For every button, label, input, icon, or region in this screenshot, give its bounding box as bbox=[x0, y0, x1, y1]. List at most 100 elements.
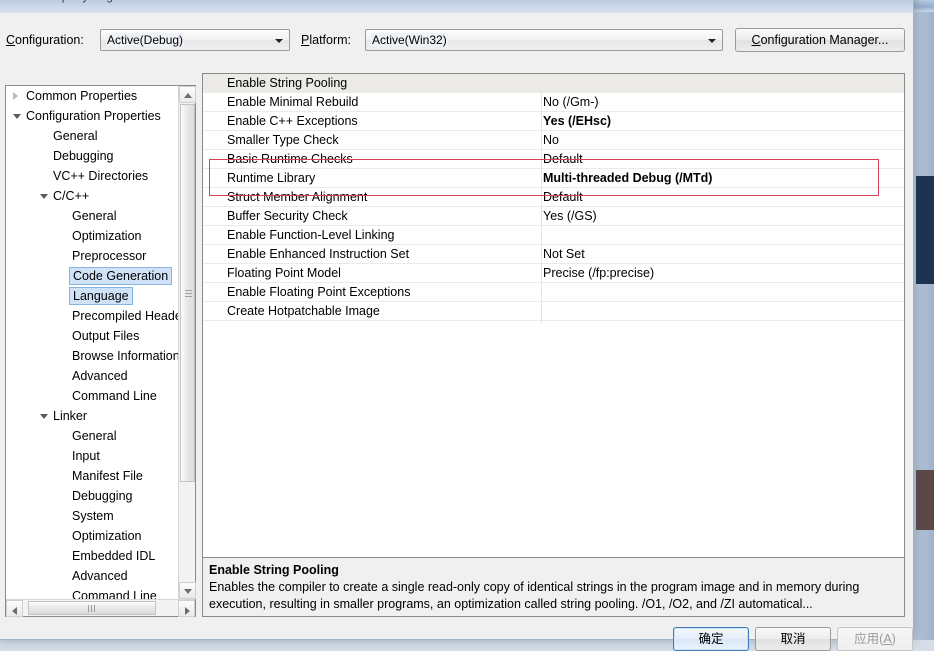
property-name: Enable C++ Exceptions bbox=[227, 114, 358, 128]
property-value[interactable]: Multi-threaded Debug (/MTd) bbox=[543, 169, 712, 188]
chevron-down-icon[interactable] bbox=[12, 106, 22, 126]
property-row[interactable]: Enable Minimal Rebuild No (/Gm-) bbox=[203, 93, 904, 112]
ok-button[interactable]: 确定 bbox=[673, 627, 749, 651]
tree-item-general[interactable]: General bbox=[6, 206, 178, 226]
tree-item-label: General bbox=[72, 209, 117, 223]
property-value[interactable]: Default bbox=[543, 188, 583, 207]
property-row[interactable]: Enable Function-Level Linking bbox=[203, 226, 904, 245]
property-name: Struct Member Alignment bbox=[227, 190, 368, 204]
property-tree[interactable]: Common Properties Configuration Propertie… bbox=[6, 86, 178, 599]
description-title: Enable String Pooling bbox=[209, 563, 339, 577]
tree-item-label: Command Line bbox=[72, 389, 157, 403]
tree-item-configuration-properties[interactable]: Configuration Properties bbox=[6, 106, 178, 126]
tree-item-label: Advanced bbox=[72, 569, 128, 583]
tree-item-code-generation[interactable]: Code Generation bbox=[6, 266, 178, 286]
tree-item-label: Optimization bbox=[72, 229, 142, 243]
tree-item-label: Debugging bbox=[53, 149, 114, 163]
tree-item-common-properties[interactable]: Common Properties bbox=[6, 86, 178, 106]
tree-item-preprocessor[interactable]: Preprocessor bbox=[6, 246, 178, 266]
tree-item-label: Debugging bbox=[72, 489, 133, 503]
property-grid-rows: Enable String Pooling Enable Minimal Rebu… bbox=[203, 74, 904, 321]
tree-item-optimization[interactable]: Optimization bbox=[6, 526, 178, 546]
tree-item-optimization[interactable]: Optimization bbox=[6, 226, 178, 246]
configuration-value: Active(Debug) bbox=[106, 33, 185, 47]
tree-item-system[interactable]: System bbox=[6, 506, 178, 526]
tree-item-general[interactable]: General bbox=[6, 426, 178, 446]
platform-dropdown[interactable]: Active(Win32) bbox=[365, 29, 723, 51]
property-row[interactable]: Enable Floating Point Exceptions bbox=[203, 283, 904, 302]
tree-vertical-scroll-thumb[interactable] bbox=[180, 104, 195, 482]
chevron-right-icon[interactable] bbox=[12, 86, 22, 106]
property-row[interactable]: Enable Enhanced Instruction Set Not Set bbox=[203, 245, 904, 264]
scroll-right-icon[interactable] bbox=[178, 600, 195, 617]
tree-item-embedded-idl[interactable]: Embedded IDL bbox=[6, 546, 178, 566]
property-row[interactable]: Enable String Pooling bbox=[203, 74, 904, 93]
tree-item-language[interactable]: Language bbox=[6, 286, 178, 306]
tree-item-advanced[interactable]: Advanced bbox=[6, 366, 178, 386]
property-value[interactable]: Yes (/GS) bbox=[543, 207, 597, 226]
tree-item-label: General bbox=[72, 429, 117, 443]
property-row[interactable]: Create Hotpatchable Image bbox=[203, 302, 904, 321]
tree-horizontal-scroll-thumb[interactable] bbox=[28, 601, 156, 615]
dialog-titlebar[interactable]: C/C++ Property Pages bbox=[0, 0, 913, 13]
tree-item-manifest-file[interactable]: Manifest File bbox=[6, 466, 178, 486]
property-value[interactable]: Precise (/fp:precise) bbox=[543, 264, 654, 283]
apply-button[interactable]: 应用(A) bbox=[837, 627, 913, 651]
property-value[interactable]: Default bbox=[543, 150, 583, 169]
tree-horizontal-scrollbar[interactable] bbox=[6, 599, 195, 617]
config-manager-accel: C bbox=[751, 33, 761, 47]
tree-item-debugging[interactable]: Debugging bbox=[6, 146, 178, 166]
tree-item-label: Input bbox=[72, 449, 100, 463]
tree-item-browse-information[interactable]: Browse Information bbox=[6, 346, 178, 366]
chevron-down-icon[interactable] bbox=[39, 186, 49, 206]
property-tree-panel: Common Properties Configuration Propertie… bbox=[5, 85, 196, 617]
tree-item-command-line[interactable]: Command Line bbox=[6, 386, 178, 406]
property-name: Enable Floating Point Exceptions bbox=[227, 285, 411, 299]
scroll-left-icon[interactable] bbox=[6, 600, 23, 617]
dialog-client-area: Configuration: Active(Debug) Platform: A… bbox=[0, 13, 913, 651]
property-row[interactable]: Enable C++ Exceptions Yes (/EHsc) bbox=[203, 112, 904, 131]
property-value[interactable]: Not Set bbox=[543, 245, 585, 264]
tree-item-c-c[interactable]: C/C++ bbox=[6, 186, 178, 206]
chevron-down-icon[interactable] bbox=[39, 406, 49, 426]
tree-item-command-line[interactable]: Command Line bbox=[6, 586, 178, 599]
tree-item-output-files[interactable]: Output Files bbox=[6, 326, 178, 346]
tree-item-label: Optimization bbox=[72, 529, 142, 543]
cancel-button[interactable]: 取消 bbox=[755, 627, 831, 651]
tree-item-advanced[interactable]: Advanced bbox=[6, 566, 178, 586]
scroll-down-icon[interactable] bbox=[179, 582, 196, 599]
description-panel: Enable String Pooling Enables the compil… bbox=[202, 557, 905, 617]
tree-item-label: Code Generation bbox=[69, 267, 173, 285]
configuration-label: Configuration: bbox=[6, 33, 84, 47]
tree-item-debugging[interactable]: Debugging bbox=[6, 486, 178, 506]
tree-vertical-scrollbar[interactable] bbox=[178, 86, 196, 599]
property-value[interactable]: No bbox=[543, 131, 559, 150]
platform-label: Platform: bbox=[301, 33, 351, 47]
configuration-label-rest: onfiguration: bbox=[15, 33, 84, 47]
config-manager-label-rest: onfiguration Manager... bbox=[760, 33, 889, 47]
tree-item-general[interactable]: General bbox=[6, 126, 178, 146]
property-name: Runtime Library bbox=[227, 171, 316, 185]
property-name: Buffer Security Check bbox=[227, 209, 348, 223]
property-row[interactable]: Struct Member Alignment Default bbox=[203, 188, 904, 207]
property-name: Enable String Pooling bbox=[227, 76, 348, 90]
property-row[interactable]: Floating Point Model Precise (/fp:precise… bbox=[203, 264, 904, 283]
property-row[interactable]: Runtime Library Multi-threaded Debug (/MT… bbox=[203, 169, 904, 188]
tree-item-linker[interactable]: Linker bbox=[6, 406, 178, 426]
configuration-dropdown[interactable]: Active(Debug) bbox=[100, 29, 290, 51]
scroll-up-icon[interactable] bbox=[179, 86, 196, 103]
property-name: Create Hotpatchable Image bbox=[227, 304, 380, 318]
property-row[interactable]: Smaller Type Check No bbox=[203, 131, 904, 150]
tree-item-label: Linker bbox=[53, 409, 88, 423]
tree-item-input[interactable]: Input bbox=[6, 446, 178, 466]
tree-item-precompiled-headers[interactable]: Precompiled Headers bbox=[6, 306, 178, 326]
property-row[interactable]: Buffer Security Check Yes (/GS) bbox=[203, 207, 904, 226]
property-value[interactable]: No (/Gm-) bbox=[543, 93, 599, 112]
tree-item-label: Advanced bbox=[72, 369, 128, 383]
property-value[interactable]: Yes (/EHsc) bbox=[543, 112, 611, 131]
apply-label-close: ) bbox=[891, 632, 896, 646]
tree-item-label: General bbox=[53, 129, 98, 143]
tree-item-vc-directories[interactable]: VC++ Directories bbox=[6, 166, 178, 186]
configuration-manager-button[interactable]: Configuration Manager... bbox=[735, 28, 905, 52]
property-row[interactable]: Basic Runtime Checks Default bbox=[203, 150, 904, 169]
